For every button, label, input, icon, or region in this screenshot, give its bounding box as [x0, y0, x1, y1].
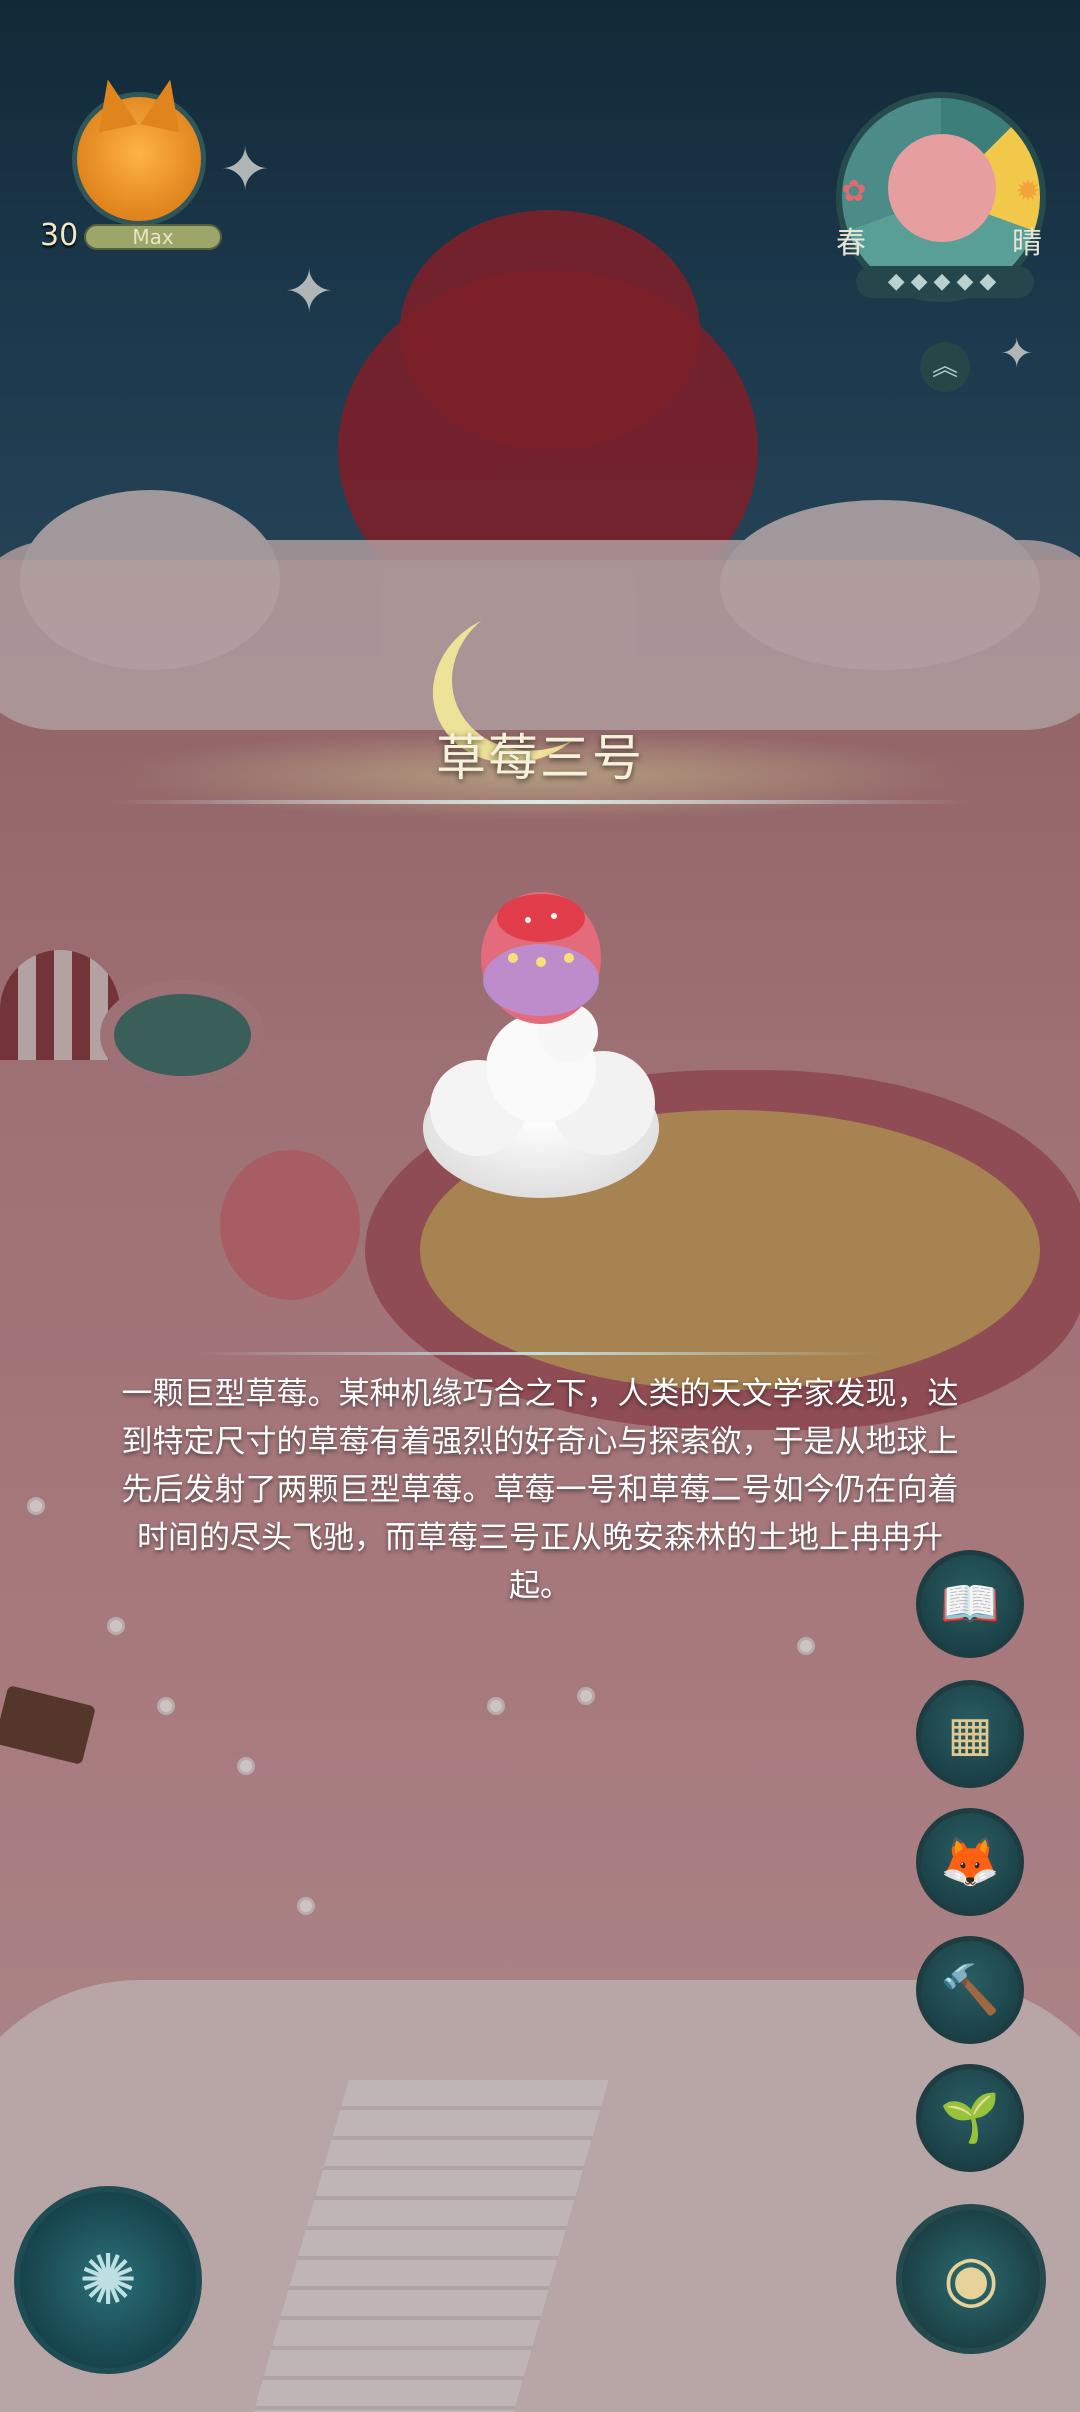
- title-divider: [112, 800, 968, 804]
- collapse-button[interactable]: ︽: [920, 342, 970, 392]
- sun-icon: ✹: [1015, 174, 1041, 209]
- player-level: 30: [40, 218, 79, 253]
- item-title: 草莓三号: [436, 729, 644, 787]
- flower-icon: ✿: [841, 174, 867, 209]
- magic-circle-button[interactable]: ✺: [14, 2186, 202, 2374]
- sprout-icon: 🌱: [940, 2090, 1000, 2146]
- season-progress: ◆◆◆◆◆: [856, 266, 1034, 298]
- level-progress-bar: Max: [84, 224, 222, 250]
- magic-circle-icon: ✺: [78, 2239, 138, 2321]
- compass-button[interactable]: ◉: [896, 2204, 1046, 2354]
- book-button[interactable]: 📖: [916, 1550, 1024, 1658]
- description-divider: [200, 1352, 880, 1355]
- book-icon: 📖: [940, 1576, 1000, 1632]
- fox-icon: 🦊: [940, 1834, 1000, 1890]
- hammer-icon: 🔨: [940, 1962, 1000, 2018]
- blocks-icon: ▦: [947, 1706, 993, 1762]
- level-status: Max: [132, 225, 174, 249]
- blocks-button[interactable]: ▦: [916, 1680, 1024, 1788]
- hammer-button[interactable]: 🔨: [916, 1936, 1024, 2044]
- item-description: 一颗巨型草莓。某种机缘巧合之下，人类的天文学家发现，达到特定尺寸的草莓有着强烈的…: [121, 1376, 959, 1604]
- player-avatar[interactable]: [72, 92, 206, 226]
- strawberry-rocket-image: [423, 892, 659, 1198]
- double-chevron-up-icon: ︽: [931, 352, 958, 382]
- weather-label: 晴: [1012, 226, 1042, 261]
- compass-eye-icon: ◉: [943, 2242, 999, 2316]
- season-label: 春: [836, 226, 866, 261]
- character-button[interactable]: 🦊: [916, 1808, 1024, 1916]
- plant-button[interactable]: 🌱: [916, 2064, 1024, 2172]
